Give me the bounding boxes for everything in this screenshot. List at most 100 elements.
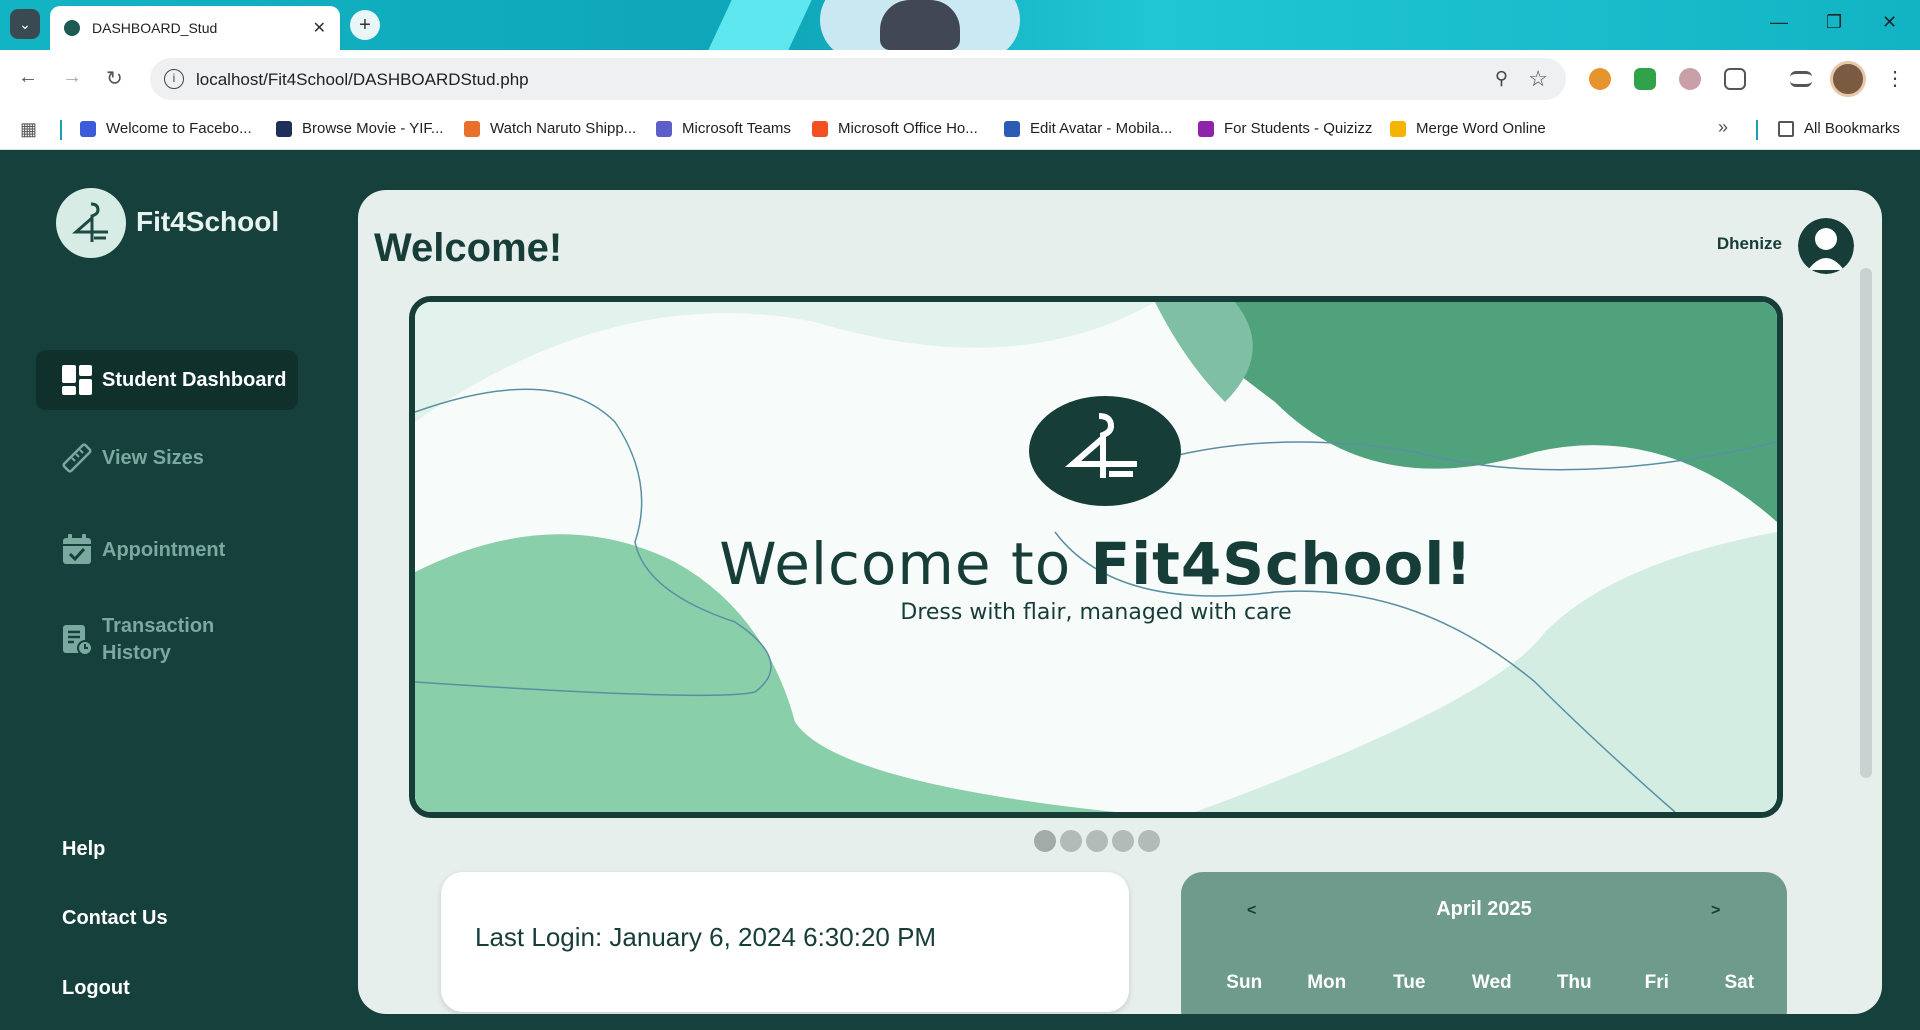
bookmark-favicon-icon (812, 120, 828, 137)
restore-icon[interactable]: ❐ (1826, 12, 1842, 33)
last-login-text: Last Login: January 6, 2024 6:30:20 PM (475, 922, 937, 952)
calendar-next-button[interactable]: > (1711, 902, 1720, 920)
zoom-icon[interactable]: ⚲ (1495, 68, 1508, 89)
carousel-dot[interactable] (1112, 830, 1134, 852)
bookmark-favicon-icon (464, 120, 480, 137)
carousel-dot[interactable] (1060, 830, 1082, 852)
theme-decoration (880, 0, 960, 50)
weekday-label: Mon (1307, 972, 1347, 993)
calendar-weekday-header: Sun Mon Tue Wed Thu Fri Sat (1203, 972, 1783, 994)
sidebar-item-label: Student Dashboard (102, 368, 287, 391)
minimize-icon[interactable]: — (1770, 12, 1788, 33)
weekday-label: Sun (1226, 972, 1263, 993)
url-text[interactable]: localhost/Fit4School/DASHBOARDStud.php (196, 70, 529, 90)
bookmark-item[interactable]: Welcome to Facebo... (80, 120, 252, 137)
apps-grid-icon[interactable]: ▦ (20, 119, 37, 140)
sidebar-item-student-dashboard[interactable]: Student Dashboard (36, 350, 298, 410)
site-info-icon[interactable]: i (164, 69, 184, 89)
brand-name: Fit4School (136, 206, 280, 237)
bookmark-item[interactable]: Microsoft Teams (656, 120, 791, 137)
carousel-dot[interactable] (1086, 830, 1108, 852)
weekday-label: Sat (1724, 972, 1755, 993)
last-login-card: Last Login: January 6, 2024 6:30:20 PM (441, 872, 1129, 1012)
banner-logo-icon (1029, 396, 1181, 506)
extension-icon[interactable] (1679, 68, 1701, 90)
bookmark-label: Merge Word Online (1416, 120, 1546, 137)
main-panel: Welcome! Dhenize Welcome to Fit4School! … (358, 190, 1882, 1014)
sidebar-item-label: Transaction History (102, 615, 215, 664)
bookmark-label: Welcome to Facebo... (106, 120, 252, 137)
ruler-icon (62, 443, 92, 473)
banner-title: Welcome to Fit4School! (415, 530, 1777, 598)
sidebar-item-transaction-history[interactable]: Transaction History (36, 600, 298, 680)
menu-kebab-icon[interactable]: ⋮ (1885, 66, 1905, 91)
bookmark-favicon-icon (656, 120, 672, 137)
calendar-widget: < April 2025 > Sun Mon Tue Wed Thu Fri S… (1181, 872, 1787, 1014)
carousel-dot[interactable] (1138, 830, 1160, 852)
back-arrow-icon[interactable]: ← (18, 66, 38, 89)
tab-close-icon[interactable]: ✕ (313, 18, 326, 38)
banner-title-regular: Welcome to (719, 530, 1091, 598)
user-name: Dhenize (1716, 234, 1782, 253)
weekday-label: Wed (1471, 972, 1512, 993)
bookmark-item[interactable]: Edit Avatar - Mobila... (1004, 120, 1172, 137)
bookmark-label: Microsoft Office Ho... (838, 120, 978, 137)
bookmark-item[interactable]: Microsoft Office Ho... (812, 120, 978, 137)
bookmark-favicon-icon (1198, 120, 1214, 137)
bookmark-item[interactable]: Merge Word Online (1390, 120, 1546, 137)
weekday-label: Thu (1556, 972, 1592, 993)
brand-logo-icon (56, 188, 126, 258)
bookmark-label: Watch Naruto Shipp... (490, 120, 637, 137)
all-bookmarks-label: All Bookmarks (1804, 120, 1900, 137)
bookmark-favicon-icon (1004, 120, 1020, 137)
user-avatar-icon[interactable] (1798, 218, 1854, 274)
sidebar: Fit4School Student Dashboard View Sizes … (0, 150, 358, 1030)
bookmark-favicon-icon (276, 120, 292, 137)
banner-subtitle: Dress with flair, managed with care (900, 600, 1292, 625)
browser-toolbar: ← → ↻ i localhost/Fit4School/DASHBOARDSt… (0, 50, 1920, 108)
contact-us-link[interactable]: Contact Us (62, 907, 168, 930)
weekday-label: Tue (1393, 972, 1426, 993)
bookmark-label: Edit Avatar - Mobila... (1030, 120, 1173, 137)
carousel-indicators (1034, 830, 1160, 852)
address-bar[interactable]: i localhost/Fit4School/DASHBOARDStud.php… (150, 58, 1566, 100)
shield-extension-icon[interactable] (1634, 68, 1656, 90)
forward-arrow-icon[interactable]: → (62, 66, 82, 89)
more-bookmarks-chevron-icon[interactable]: » (1718, 117, 1728, 138)
banner-title-bold: Fit4School! (1090, 530, 1473, 598)
folder-icon (1778, 120, 1794, 137)
tab-title: DASHBOARD_Stud (92, 20, 218, 36)
carousel-dot[interactable] (1034, 830, 1056, 852)
bookmark-separator (1756, 120, 1758, 140)
bookmark-item[interactable]: For Students - Quizizz (1198, 120, 1372, 137)
weekday-label: Fri (1644, 972, 1669, 993)
all-bookmarks-button[interactable]: All Bookmarks (1778, 120, 1900, 137)
extension-icon[interactable] (1589, 68, 1611, 90)
sidebar-item-view-sizes[interactable]: View Sizes (36, 428, 298, 488)
page-title: Welcome! (374, 226, 563, 270)
receipt-icon (63, 625, 93, 656)
sidebar-item-label: Appointment (102, 538, 226, 561)
bookmark-label: Browse Movie - YIF... (302, 120, 444, 137)
bookmarks-bar: ▦ » All Bookmarks Welcome to Facebo... Br… (0, 108, 1920, 150)
browser-tab-active[interactable]: DASHBOARD_Stud ✕ (50, 6, 340, 50)
welcome-banner-slide: Welcome to Fit4School! Dress with flair,… (409, 296, 1783, 818)
bookmark-item[interactable]: Browse Movie - YIF... (276, 120, 443, 137)
window-close-icon[interactable]: ✕ (1882, 12, 1897, 33)
bookmark-favicon-icon (1390, 120, 1406, 137)
page-scrollbar[interactable] (1860, 268, 1872, 778)
calendar-month-title: April 2025 (1436, 898, 1532, 920)
profile-avatar[interactable] (1830, 61, 1866, 97)
reload-icon[interactable]: ↻ (106, 66, 123, 91)
bookmark-label: Microsoft Teams (682, 120, 791, 137)
media-control-icon[interactable] (1790, 71, 1812, 87)
puzzle-extensions-icon[interactable] (1724, 68, 1746, 90)
help-link[interactable]: Help (62, 838, 105, 861)
bookmark-star-icon[interactable]: ☆ (1528, 66, 1548, 92)
tab-search-chevron-icon[interactable]: ⌄ (10, 9, 40, 39)
bookmark-item[interactable]: Watch Naruto Shipp... (464, 120, 636, 137)
dashboard-icon (62, 365, 92, 395)
logout-link[interactable]: Logout (62, 977, 130, 1000)
sidebar-item-appointment[interactable]: Appointment (36, 520, 298, 580)
new-tab-plus-icon[interactable]: + (350, 10, 380, 40)
